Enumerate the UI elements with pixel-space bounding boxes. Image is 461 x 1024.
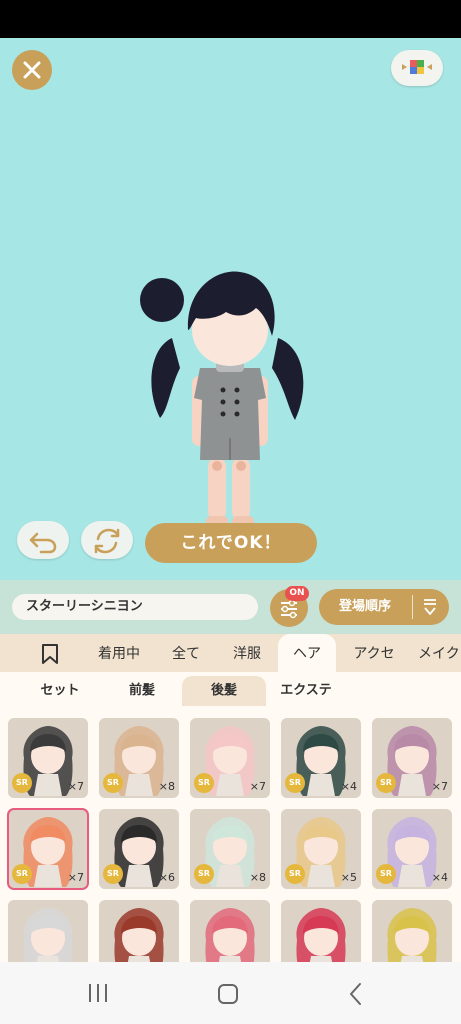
hair-item[interactable]: SR ×6 xyxy=(99,809,179,889)
undo-icon xyxy=(29,532,57,554)
subtab-back-hair[interactable]: 後髪 xyxy=(182,676,266,706)
tab-makeup[interactable]: メイク xyxy=(418,634,461,672)
rarity-badge: SR xyxy=(103,773,123,793)
hair-preview xyxy=(114,908,164,962)
item-count: ×8 xyxy=(249,871,266,884)
rotate-icon xyxy=(94,528,120,554)
item-count: ×8 xyxy=(158,780,175,793)
background-select-button[interactable] xyxy=(391,50,443,86)
item-count: ×4 xyxy=(340,780,357,793)
tab-hair[interactable]: ヘア xyxy=(278,634,336,672)
item-count: ×6 xyxy=(158,871,175,884)
hair-item[interactable]: SR ×8 xyxy=(99,718,179,798)
hair-item[interactable]: SR ×4 xyxy=(281,718,361,798)
rarity-badge: SR xyxy=(285,773,305,793)
subtab-set[interactable]: セット xyxy=(18,676,102,706)
item-grid: SR ×7 SR ×8 SR ×7 SR ×4 SR ×7 SR ×7 SR ×6 SR ×8 SR ×5 SR ×4 xyxy=(0,710,461,962)
hair-subtabs: セット 前髪 後髪 エクステ xyxy=(0,672,461,710)
background-select-icon xyxy=(402,60,432,74)
hair-item[interactable] xyxy=(8,900,88,962)
item-count: ×7 xyxy=(67,871,84,884)
item-count: ×4 xyxy=(431,871,448,884)
recents-icon[interactable] xyxy=(86,982,110,1004)
hair-item[interactable]: SR ×7 xyxy=(190,718,270,798)
tab-accessory[interactable]: アクセ xyxy=(342,634,406,672)
sort-label: 登場順序 xyxy=(339,599,392,614)
hair-preview xyxy=(387,908,437,962)
subtab-front-hair[interactable]: 前髪 xyxy=(100,676,184,706)
hair-item[interactable] xyxy=(190,900,270,962)
status-bar xyxy=(0,0,461,38)
rarity-badge: SR xyxy=(103,864,123,884)
avatar-stage: これでOK！ xyxy=(0,38,461,580)
item-count: ×7 xyxy=(431,780,448,793)
rarity-badge: SR xyxy=(194,773,214,793)
hair-item[interactable] xyxy=(281,900,361,962)
close-button[interactable] xyxy=(12,50,52,90)
rotate-button[interactable] xyxy=(81,521,133,559)
sort-divider xyxy=(412,595,413,619)
tab-clothes[interactable]: 洋服 xyxy=(220,634,274,672)
hair-item[interactable]: SR ×5 xyxy=(281,809,361,889)
item-toolbar: スターリーシニヨン ON 登場順序 xyxy=(0,580,461,634)
item-count: ×7 xyxy=(249,780,266,793)
home-icon[interactable] xyxy=(216,982,240,1006)
hair-preview xyxy=(23,908,73,962)
subtab-extensions[interactable]: エクステ xyxy=(264,676,348,706)
hair-item[interactable] xyxy=(372,900,452,962)
rarity-badge: SR xyxy=(12,864,32,884)
tab-all[interactable]: 全て xyxy=(160,634,212,672)
filter-on-badge: ON xyxy=(285,586,309,601)
back-icon[interactable] xyxy=(346,982,366,1006)
sort-order-icon[interactable] xyxy=(420,597,440,617)
close-icon xyxy=(23,61,41,79)
sort-button[interactable]: 登場順序 xyxy=(319,589,449,625)
system-nav-bar xyxy=(0,962,461,1024)
hair-preview xyxy=(205,908,255,962)
item-count: ×5 xyxy=(340,871,357,884)
hair-item[interactable] xyxy=(99,900,179,962)
hair-item[interactable]: SR ×8 xyxy=(190,809,270,889)
rarity-badge: SR xyxy=(12,773,32,793)
category-tabs: 着用中 全て 洋服 ヘア アクセ メイク xyxy=(0,634,461,672)
item-count: ×7 xyxy=(67,780,84,793)
confirm-ok-button[interactable]: これでOK！ xyxy=(145,523,317,563)
tab-wearing[interactable]: 着用中 xyxy=(86,634,152,672)
rarity-badge: SR xyxy=(376,864,396,884)
hair-item[interactable]: SR ×4 xyxy=(372,809,452,889)
avatar-character xyxy=(140,271,304,526)
hair-item[interactable]: SR ×7 xyxy=(8,718,88,798)
rarity-badge: SR xyxy=(376,773,396,793)
bookmark-icon xyxy=(42,644,58,664)
tab-bookmark[interactable] xyxy=(28,634,72,672)
hair-item[interactable]: SR ×7 xyxy=(7,808,89,890)
undo-button[interactable] xyxy=(17,521,69,559)
rarity-badge: SR xyxy=(194,864,214,884)
selected-item-name-field[interactable]: スターリーシニヨン xyxy=(12,594,258,620)
hair-item[interactable]: SR ×7 xyxy=(372,718,452,798)
rarity-badge: SR xyxy=(285,864,305,884)
hair-preview xyxy=(296,908,346,962)
